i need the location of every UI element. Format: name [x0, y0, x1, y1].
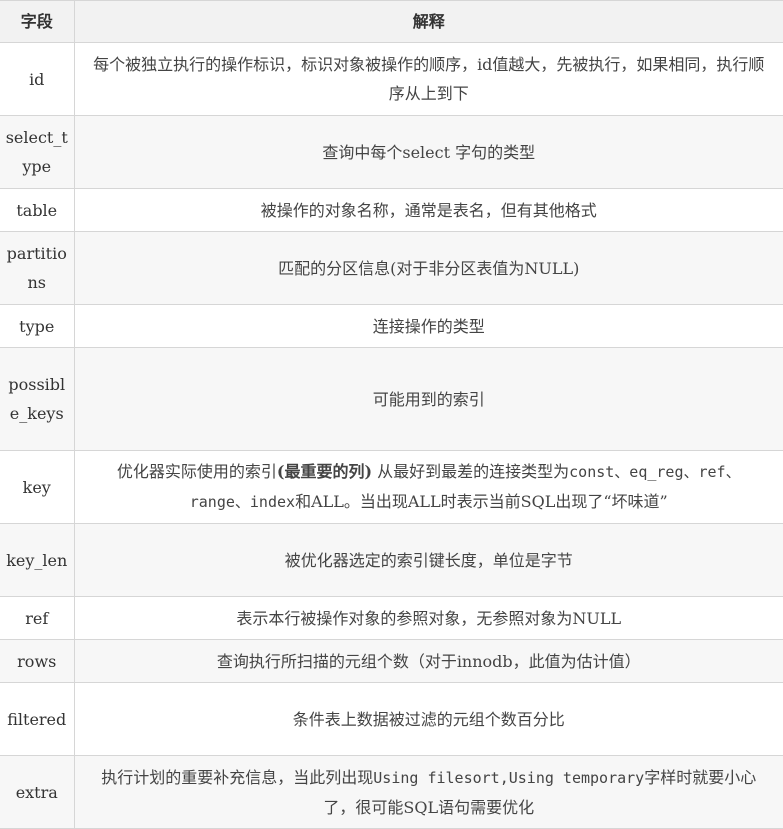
field-desc: 可能用到的索引	[74, 347, 783, 451]
field-desc: 查询中每个select 字句的类型	[74, 115, 783, 189]
field-name: extra	[0, 755, 75, 829]
field-name: select_type	[0, 115, 75, 189]
field-desc: 连接操作的类型	[74, 304, 783, 348]
field-name: type	[0, 304, 75, 348]
desc-text: 优化器实际使用的索引	[116, 462, 277, 481]
table-row: select_type 查询中每个select 字句的类型	[0, 115, 783, 189]
header-desc: 解释	[74, 0, 783, 43]
field-name: ref	[0, 596, 75, 640]
table-row: id 每个被独立执行的操作标识，标识对象被操作的顺序，id值越大，先被执行，如果…	[0, 42, 783, 116]
field-desc: 优化器实际使用的索引(最重要的列) 从最好到最差的连接类型为const、eq_r…	[74, 450, 783, 524]
field-desc: 表示本行被操作对象的参照对象，无参照对象为NULL	[74, 596, 783, 640]
table-row: ref 表示本行被操作对象的参照对象，无参照对象为NULL	[0, 596, 783, 640]
table-row: key_len 被优化器选定的索引键长度，单位是字节	[0, 523, 783, 597]
field-desc: 被优化器选定的索引键长度，单位是字节	[74, 523, 783, 597]
table-row: filtered 条件表上数据被过滤的元组个数百分比	[0, 682, 783, 756]
field-name: id	[0, 42, 75, 116]
table-row: extra 执行计划的重要补充信息，当此列出现Using filesort,Us…	[0, 755, 783, 829]
field-name: key_len	[0, 523, 75, 597]
table-row: rows 查询执行所扫描的元组个数（对于innodb，此值为估计值）	[0, 639, 783, 683]
field-name: key	[0, 450, 75, 524]
table-row: table 被操作的对象名称，通常是表名，但有其他格式	[0, 188, 783, 232]
table-row: key 优化器实际使用的索引(最重要的列) 从最好到最差的连接类型为const、…	[0, 450, 783, 524]
field-desc: 被操作的对象名称，通常是表名，但有其他格式	[74, 188, 783, 232]
field-name: possible_keys	[0, 347, 75, 451]
field-name: partitions	[0, 231, 75, 305]
field-name: filtered	[0, 682, 75, 756]
table-row: type 连接操作的类型	[0, 304, 783, 348]
field-name: rows	[0, 639, 75, 683]
field-desc: 匹配的分区信息(对于非分区表值为NULL)	[74, 231, 783, 305]
field-desc: 条件表上数据被过滤的元组个数百分比	[74, 682, 783, 756]
desc-text: 执行计划的重要补充信息，当此列出现	[101, 767, 374, 787]
header-field: 字段	[0, 0, 75, 43]
field-desc: 查询执行所扫描的元组个数（对于innodb，此值为估计值）	[74, 639, 783, 683]
field-name: table	[0, 188, 75, 232]
table-row: possible_keys 可能用到的索引	[0, 347, 783, 451]
desc-code: Using filesort,Using temporary	[373, 768, 645, 787]
desc-emphasis: (最重要的列)	[276, 462, 373, 481]
field-desc: 每个被独立执行的操作标识，标识对象被操作的顺序，id值越大，先被执行，如果相同，…	[74, 42, 783, 116]
desc-text: 和ALL。当出现ALL时表示当前SQL出现了“坏味道”	[295, 492, 668, 511]
desc-text: 从最好到最差的连接类型为	[372, 462, 570, 481]
header-row: 字段 解释	[0, 0, 783, 43]
table-row: partitions 匹配的分区信息(对于非分区表值为NULL)	[0, 231, 783, 305]
field-desc: 执行计划的重要补充信息，当此列出现Using filesort,Using te…	[74, 755, 783, 829]
explain-fields-table: 字段 解释 id 每个被独立执行的操作标识，标识对象被操作的顺序，id值越大，先…	[0, 0, 783, 829]
